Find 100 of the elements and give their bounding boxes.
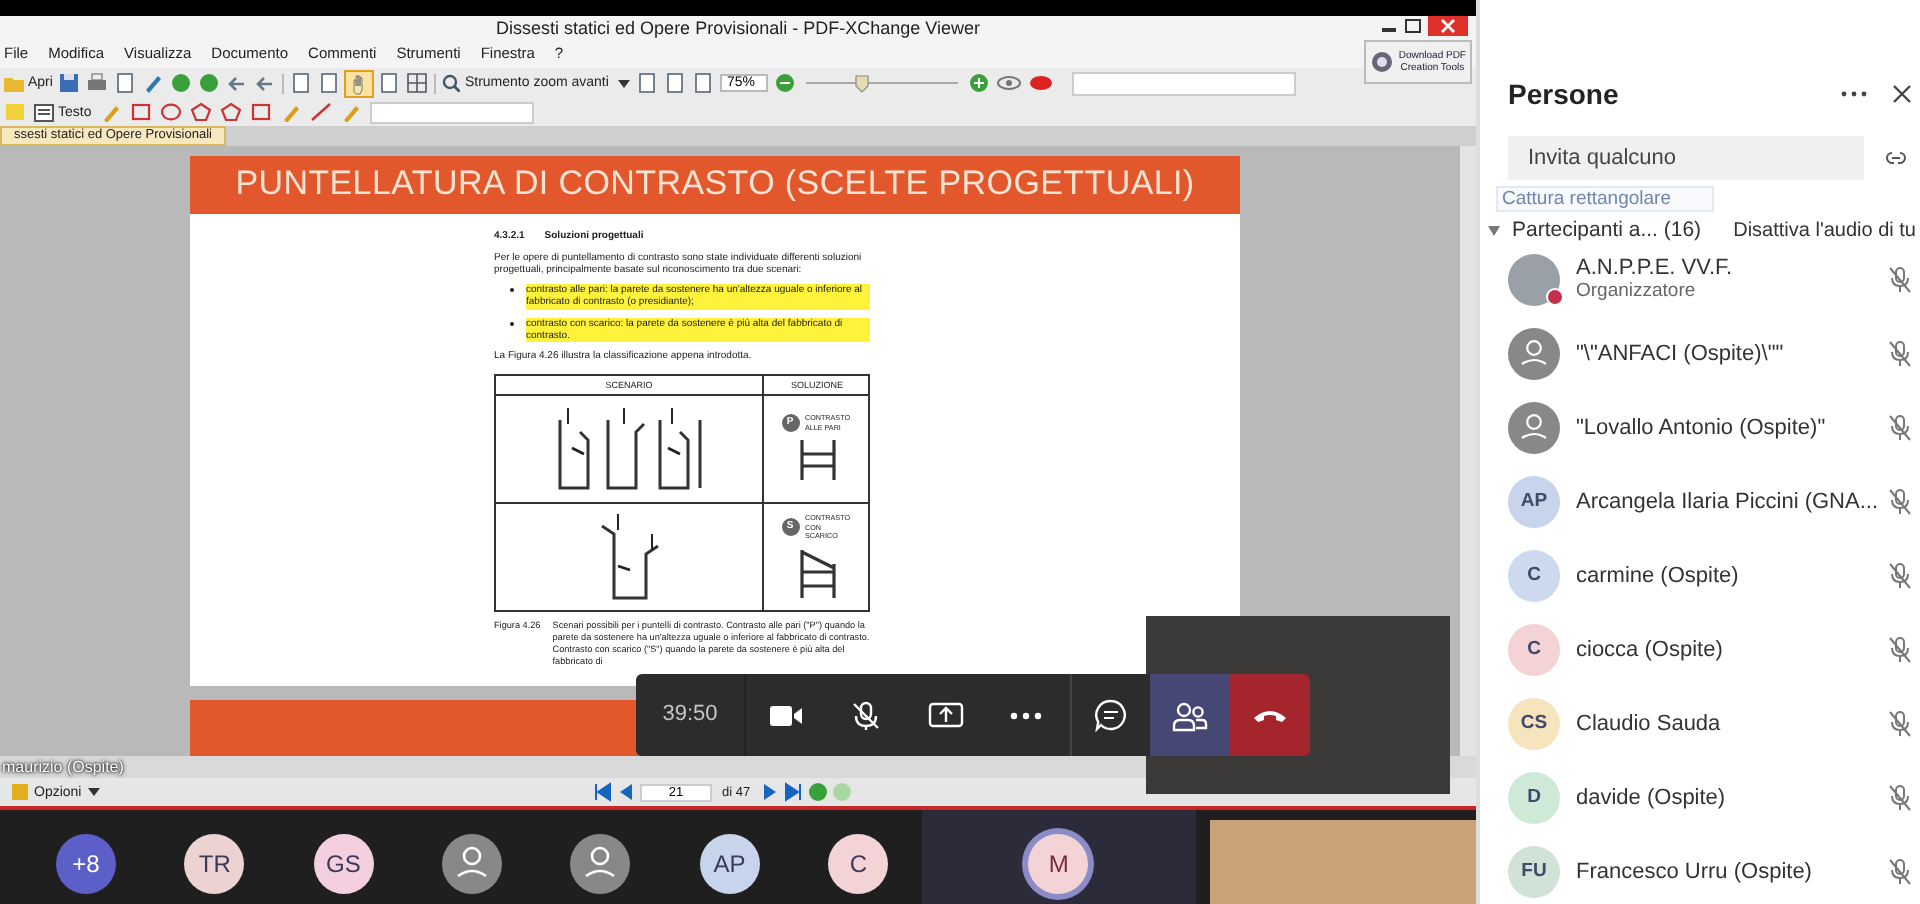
slide-heading: PUNTELLATURA DI CONTRASTO (SCELTE PROGETTUALI) (235, 164, 1195, 205)
zoom-in-icon[interactable] (968, 72, 991, 95)
caret-icon (618, 79, 631, 88)
mic-off-icon[interactable] (1888, 709, 1912, 737)
printer-icon[interactable] (86, 72, 109, 95)
first-page-icon[interactable] (592, 782, 612, 803)
page-icon[interactable] (290, 72, 313, 95)
page-icon[interactable] (636, 72, 659, 95)
participant-name: carmine (Ospite) (1576, 563, 1741, 587)
chat-icon (1094, 698, 1128, 732)
panel-title: Persone (1508, 78, 1621, 110)
person-silhouette-icon[interactable] (442, 833, 503, 894)
participant-avatar: AP (1508, 475, 1560, 527)
rectangle-icon[interactable] (129, 102, 152, 123)
more-icon (1010, 711, 1042, 719)
ellipse-icon[interactable] (159, 102, 182, 123)
shoring-drawing (795, 438, 839, 483)
polygon-icon[interactable] (189, 102, 212, 123)
people-icon (1172, 699, 1208, 731)
arrow-icon[interactable] (254, 72, 277, 95)
mic-off-icon[interactable] (1888, 783, 1912, 811)
previous-page-icon[interactable] (616, 782, 636, 803)
speaker-tile[interactable]: M (921, 809, 1197, 904)
share-screen-icon (928, 700, 964, 730)
arrow-icon[interactable] (226, 72, 249, 95)
caret-icon (87, 788, 100, 797)
participant-name: "\"ANFACI (Ospite)\"" (1576, 341, 1786, 365)
participant-name: davide (Ospite) (1576, 785, 1728, 809)
page-icon[interactable] (378, 72, 401, 95)
window-title: Dissesti statici ed Opere Provisionali - PDF-XChange Viewer (496, 17, 980, 38)
folder-icon (4, 74, 24, 93)
mute-all-link[interactable]: Disattiva l'audio di tu (1733, 219, 1916, 241)
participant-avatar: C (1508, 549, 1560, 601)
participant-role: Organizzatore (1576, 280, 1698, 302)
restore-icon[interactable] (1404, 17, 1424, 34)
tooltip: Cattura rettangolare (1496, 186, 1713, 212)
participant-avatar[interactable]: GS (313, 833, 374, 894)
polygon-icon[interactable] (219, 102, 242, 123)
participant-avatar[interactable]: C (828, 833, 889, 894)
photo-placeholder (1508, 253, 1560, 305)
people-button[interactable] (1150, 674, 1230, 756)
disc-icon (1370, 49, 1395, 74)
mic-off-icon[interactable] (1888, 487, 1912, 515)
scrollbar[interactable] (1460, 145, 1476, 757)
grid-icon[interactable] (406, 72, 429, 95)
mic-off-icon (850, 699, 882, 731)
mic-off-icon[interactable] (1888, 413, 1912, 441)
mic-off-icon[interactable] (1888, 857, 1912, 885)
link-icon[interactable] (1884, 150, 1908, 166)
search-field[interactable] (1072, 71, 1297, 96)
wall-section-drawing (597, 512, 661, 601)
page-icon[interactable] (114, 72, 137, 95)
participant-name: Claudio Sauda (1576, 711, 1723, 735)
participant-avatar[interactable]: +8 (56, 833, 116, 894)
participant-avatar: D (1508, 771, 1560, 823)
input-field[interactable] (369, 101, 534, 124)
participant-name: Francesco Urru (Ospite) (1576, 859, 1814, 883)
caret-icon[interactable] (1488, 225, 1500, 235)
participant-name: ciocca (Ospite) (1576, 637, 1725, 661)
shoring-drawing (795, 547, 839, 600)
presenter-name: maurizio (Ospite) (0, 758, 124, 777)
hang-up-button[interactable] (1230, 674, 1310, 756)
mic-off-icon[interactable] (1888, 339, 1912, 367)
page-icon[interactable] (318, 72, 341, 95)
phone-icon (1252, 705, 1288, 725)
text-box-icon (34, 103, 54, 122)
mic-off-icon[interactable] (1888, 635, 1912, 663)
invite-field[interactable]: Invita qualcuno (1508, 136, 1864, 180)
participant-avatar[interactable]: AP (699, 833, 760, 894)
page-icon[interactable] (664, 72, 687, 95)
person-silhouette-icon[interactable] (570, 833, 631, 894)
zoom-slider-icon[interactable] (802, 72, 963, 95)
participant-name: Arcangela Ilaria Piccini (GNA... (1576, 489, 1872, 513)
circle-icon[interactable] (170, 72, 193, 95)
call-timer: 39:50 (636, 674, 746, 756)
participant-avatar: CS (1508, 697, 1560, 749)
zoom-out-icon[interactable] (774, 72, 797, 95)
mic-off-icon[interactable] (1888, 265, 1912, 293)
participant-name: "Lovallo Antonio (Ospite)" (1576, 415, 1828, 439)
close-icon[interactable] (1892, 84, 1912, 104)
last-page-icon[interactable] (784, 782, 805, 803)
close-icon[interactable] (1428, 15, 1468, 36)
square-icon (12, 784, 28, 801)
circle-icon[interactable] (198, 72, 221, 95)
participant-avatar[interactable]: M (1028, 833, 1089, 894)
rectangle-icon[interactable] (249, 102, 272, 123)
eye-icon[interactable] (996, 72, 1023, 95)
participant-avatar: C (1508, 623, 1560, 675)
line-icon[interactable] (309, 102, 332, 123)
more-icon[interactable] (1840, 90, 1868, 98)
hand-icon[interactable] (346, 71, 373, 96)
participant-avatar: FU (1508, 845, 1560, 897)
participant-name: A.N.P.P.E. VV.F. (1576, 256, 1735, 280)
pen-icon[interactable] (142, 72, 165, 95)
participants-section-toggle[interactable]: Partecipanti a... (16) (1488, 218, 1702, 242)
mic-off-icon[interactable] (1888, 561, 1912, 589)
participant-avatar[interactable]: TR (184, 833, 245, 894)
page-icon[interactable] (692, 72, 715, 95)
magnifier-icon (442, 74, 461, 93)
camera-icon (768, 701, 804, 729)
